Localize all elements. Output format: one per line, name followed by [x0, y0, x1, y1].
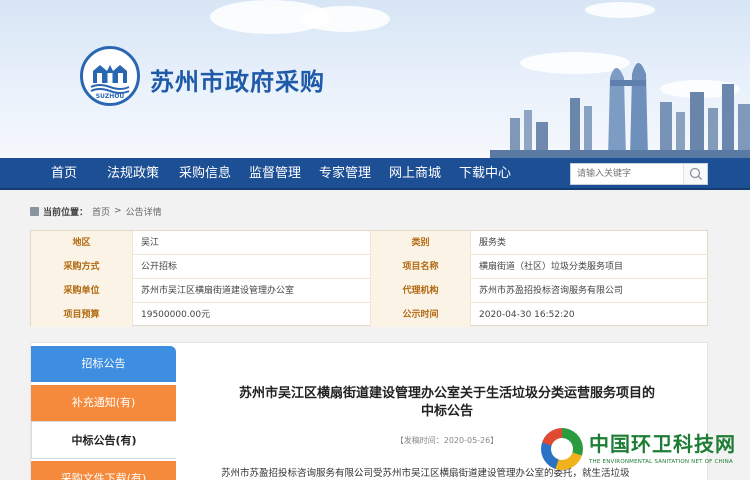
table-row: 项目预算 19500000.00元 公示时间 2020-04-30 16:52:… — [31, 303, 709, 327]
info-value-region: 吴江 — [133, 231, 371, 255]
tab-supplementary-notice[interactable]: 补充通知(有) — [31, 385, 176, 421]
watermark-title: 中国环卫科技网 — [589, 432, 736, 456]
nav-item-home[interactable]: 首页 — [40, 158, 88, 190]
table-row: 地区 吴江 类别 服务类 — [31, 231, 709, 255]
nav-item-procurement-info[interactable]: 采购信息 — [174, 158, 236, 190]
watermark-subtitle: THE ENVIRONMENTAL SANITATION NET OF CHIN… — [589, 459, 733, 465]
info-value-purchaser: 苏州市吴江区横扇街道建设管理办公室 — [133, 279, 371, 303]
site-title[interactable]: 苏州市政府采购 — [150, 62, 325, 97]
table-row: 采购方式 公开招标 项目名称 横扇街道（社区）垃圾分类服务项目 — [31, 255, 709, 279]
tab-document-download[interactable]: 采购文件下载(有) — [31, 461, 176, 480]
notice-info-table: 地区 吴江 类别 服务类 采购方式 公开招标 项目名称 横扇街道（社区）垃圾分类… — [30, 230, 709, 327]
city-skyline-image — [490, 63, 750, 158]
notice-title-line2: 中标公告 — [420, 404, 473, 419]
info-value-category: 服务类 — [479, 238, 507, 248]
tab-award-notice[interactable]: 中标公告(有) — [31, 421, 176, 459]
info-label-project-name: 项目名称 — [371, 255, 471, 279]
search-input[interactable] — [571, 164, 683, 184]
site-watermark: 中国环卫科技网 THE ENVIRONMENTAL SANITATION NET… — [541, 428, 747, 478]
logo-caption: SUZHOU — [95, 93, 125, 100]
header-banner: SUZHOU 苏州市政府采购 — [0, 0, 750, 158]
table-row: 采购单位 苏州市吴江区横扇街道建设管理办公室 代理机构 苏州市苏盈招投标咨询服务… — [31, 279, 709, 303]
nav-item-regulations[interactable]: 法规政策 — [102, 158, 164, 190]
info-value-agency: 苏州市苏盈招投标咨询服务有限公司 — [479, 286, 624, 296]
nav-item-experts[interactable]: 专家管理 — [314, 158, 376, 190]
home-icon — [30, 206, 39, 216]
breadcrumb: 当前位置： 首页 > 公告详情 — [30, 203, 162, 219]
search-box — [570, 163, 708, 185]
notice-title-line1: 苏州市吴江区横扇街道建设管理办公室关于生活垃圾分类运营服务项目的 — [238, 386, 655, 401]
breadcrumb-home-link[interactable]: 首页 — [92, 205, 110, 218]
search-button[interactable] — [683, 164, 707, 184]
notice-title: 苏州市吴江区横扇街道建设管理办公室关于生活垃圾分类运营服务项目的 中标公告 — [197, 385, 697, 421]
cloud-decoration — [300, 6, 390, 32]
info-label-publish-time: 公示时间 — [371, 303, 471, 327]
info-label-category: 类别 — [371, 231, 471, 255]
nav-item-online-mall[interactable]: 网上商城 — [384, 158, 446, 190]
info-value-method: 公开招标 — [133, 255, 371, 279]
breadcrumb-current: 公告详情 — [125, 207, 162, 218]
nav-item-downloads[interactable]: 下载中心 — [454, 158, 516, 190]
cloud-decoration — [585, 2, 655, 18]
search-icon — [689, 167, 702, 180]
info-label-method: 采购方式 — [31, 255, 133, 279]
info-value-project-name: 横扇街道（社区）垃圾分类服务项目 — [479, 262, 624, 272]
suzhou-emblem-icon[interactable]: SUZHOU — [80, 46, 140, 106]
info-value-publish-time: 2020-04-30 16:52:20 — [479, 310, 575, 320]
breadcrumb-separator: > — [114, 206, 122, 216]
info-label-agency: 代理机构 — [371, 279, 471, 303]
recycle-drop-icon — [541, 428, 583, 470]
info-label-region: 地区 — [31, 231, 133, 255]
info-label-budget: 项目预算 — [31, 303, 133, 327]
tab-tender-notice[interactable]: 招标公告 — [31, 346, 176, 382]
breadcrumb-label: 当前位置： — [43, 207, 89, 218]
nav-item-supervision[interactable]: 监督管理 — [244, 158, 306, 190]
info-value-budget: 19500000.00元 — [133, 303, 371, 327]
info-label-purchaser: 采购单位 — [31, 279, 133, 303]
